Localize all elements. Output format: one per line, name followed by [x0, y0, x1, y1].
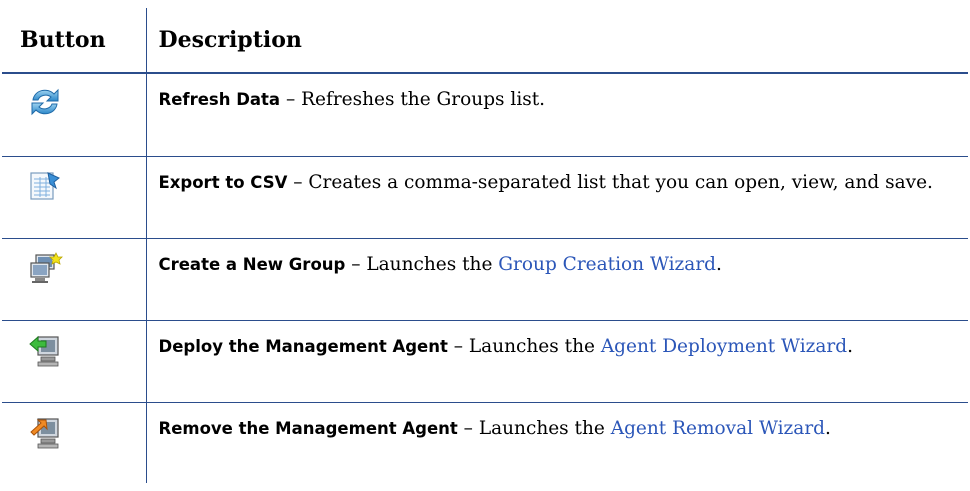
table-row: Create a New Group – Launches the Group …	[2, 238, 968, 321]
description-tail: .	[825, 418, 831, 439]
button-term: Create a New Group	[158, 255, 346, 274]
table-row: Refresh Data – Refreshes the Groups list…	[2, 73, 968, 157]
separator: –	[447, 336, 469, 357]
deploy-agent-icon	[28, 333, 146, 369]
description-text: Refreshes the Groups list.	[301, 89, 546, 110]
separator: –	[280, 89, 302, 110]
table-row: Remove the Management Agent – Launches t…	[2, 402, 968, 483]
refresh-icon	[28, 86, 146, 118]
table-row: Deploy the Management Agent – Launches t…	[2, 320, 968, 403]
header-button: Button	[2, 8, 146, 74]
header-description: Description	[145, 8, 968, 74]
export-csv-icon	[28, 169, 146, 203]
create-group-icon	[28, 251, 146, 285]
description-cell: Remove the Management Agent – Launches t…	[145, 402, 968, 483]
separator: –	[345, 254, 367, 275]
description-cell: Create a New Group – Launches the Group …	[145, 238, 968, 321]
agent-deployment-wizard-link[interactable]: Agent Deployment Wizard	[601, 336, 847, 357]
description-text: Creates a comma-separated list that you …	[308, 172, 933, 193]
button-term: Deploy the Management Agent	[158, 337, 448, 356]
group-creation-wizard-link[interactable]: Group Creation Wizard	[498, 254, 716, 275]
table-header-row: Button Description	[2, 8, 968, 74]
description-cell: Export to CSV – Creates a comma-separate…	[145, 156, 968, 239]
description-text: Launches the	[366, 254, 499, 275]
button-term: Refresh Data	[158, 90, 281, 109]
description-text: Launches the	[478, 418, 611, 439]
button-term: Remove the Management Agent	[158, 419, 458, 438]
description-tail: .	[716, 254, 722, 275]
agent-removal-wizard-link[interactable]: Agent Removal Wizard	[611, 418, 825, 439]
separator: –	[457, 418, 479, 439]
remove-agent-icon	[28, 415, 146, 451]
description-cell: Deploy the Management Agent – Launches t…	[145, 320, 968, 403]
description-text: Launches the	[468, 336, 601, 357]
button-term: Export to CSV	[158, 173, 288, 192]
table-row: Export to CSV – Creates a comma-separate…	[2, 156, 968, 239]
description-cell: Refresh Data – Refreshes the Groups list…	[145, 73, 968, 157]
description-tail: .	[847, 336, 854, 357]
button-description-table: Button Description Refresh Data – Refres…	[2, 8, 968, 483]
separator: –	[287, 172, 309, 193]
